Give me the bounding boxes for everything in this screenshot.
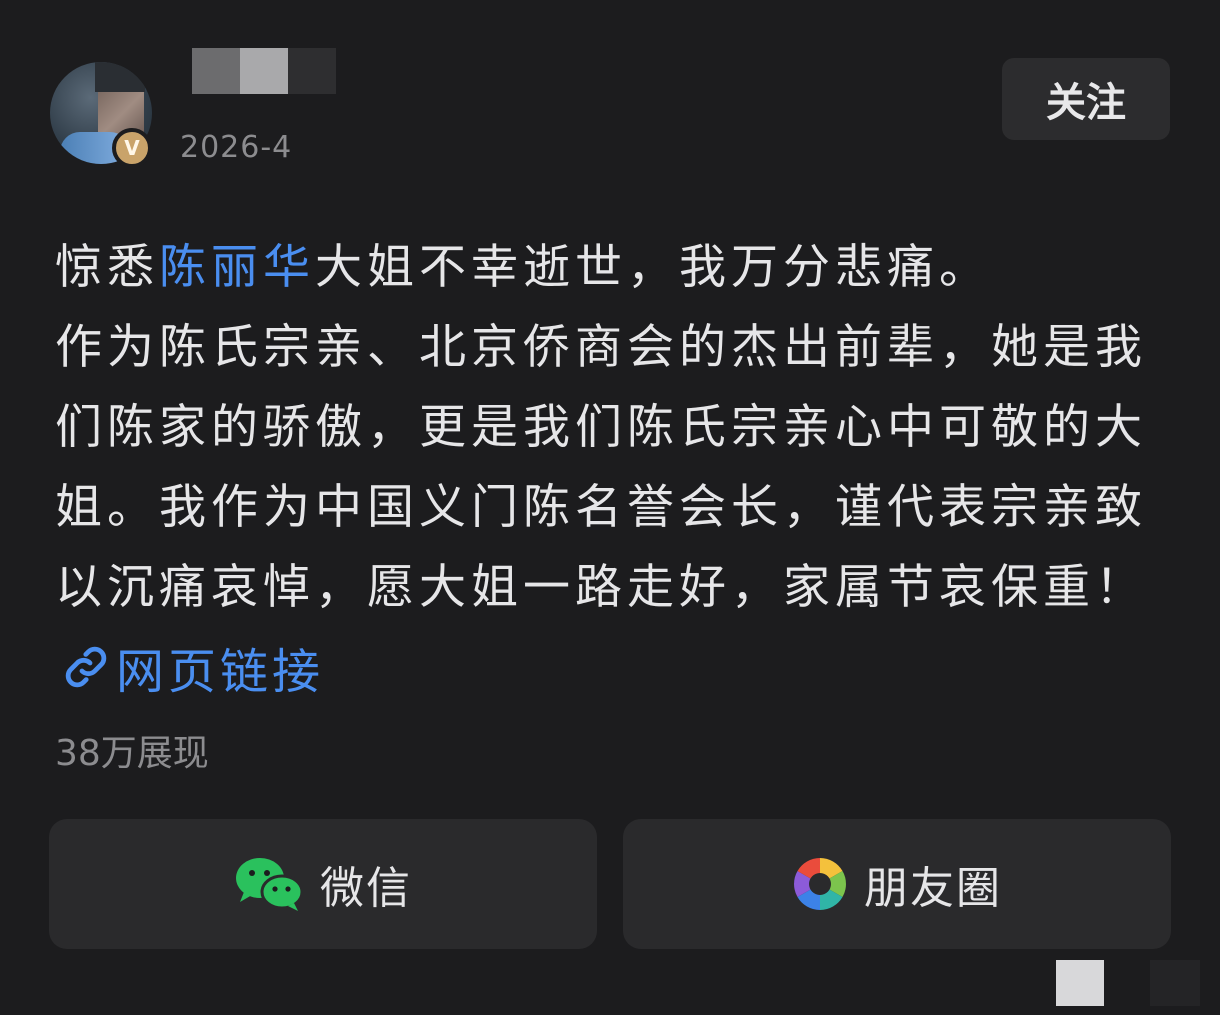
mosaic-block [192,48,240,94]
follow-button[interactable]: 关注 [1002,58,1170,140]
web-link[interactable]: 网页链接 [62,632,324,702]
share-moments-button[interactable]: 朋友圈 [623,819,1171,949]
post-line-1: 惊悉陈丽华大姐不幸逝世，我万分悲痛。 [55,228,1165,308]
post-date: 2026-4 [180,130,293,165]
post-text-prefix: 惊悉 [55,240,159,295]
post-card: V 2026-4 关注 惊悉陈丽华大姐不幸逝世，我万分悲痛。 作为陈氏宗亲、北京… [0,0,1220,1015]
link-icon [65,646,107,688]
share-moments-label: 朋友圈 [864,863,1002,914]
verified-badge-icon: V [112,128,152,168]
web-link-label: 网页链接 [116,644,325,700]
mention-link[interactable]: 陈丽华 [159,240,315,295]
username-mosaic[interactable] [192,48,336,94]
corner-mosaic-block [1056,960,1104,1006]
post-text-suffix: 大姐不幸逝世，我万分悲痛。 [315,240,991,295]
share-wechat-button[interactable]: 微信 [49,819,597,949]
wechat-icon [236,858,304,911]
impressions-count: 38万展现 [55,733,209,774]
moments-icon [794,858,846,910]
avatar-mosaic-top [95,62,145,92]
corner-mosaic-block [1150,960,1200,1006]
post-text: 惊悉陈丽华大姐不幸逝世，我万分悲痛。 作为陈氏宗亲、北京侨商会的杰出前辈，她是我… [55,228,1165,628]
share-wechat-label: 微信 [320,863,412,914]
post-paragraph-2: 作为陈氏宗亲、北京侨商会的杰出前辈，她是我们陈家的骄傲，更是我们陈氏宗亲心中可敬… [55,320,1147,615]
mosaic-block [288,48,336,94]
mosaic-block [240,48,288,94]
